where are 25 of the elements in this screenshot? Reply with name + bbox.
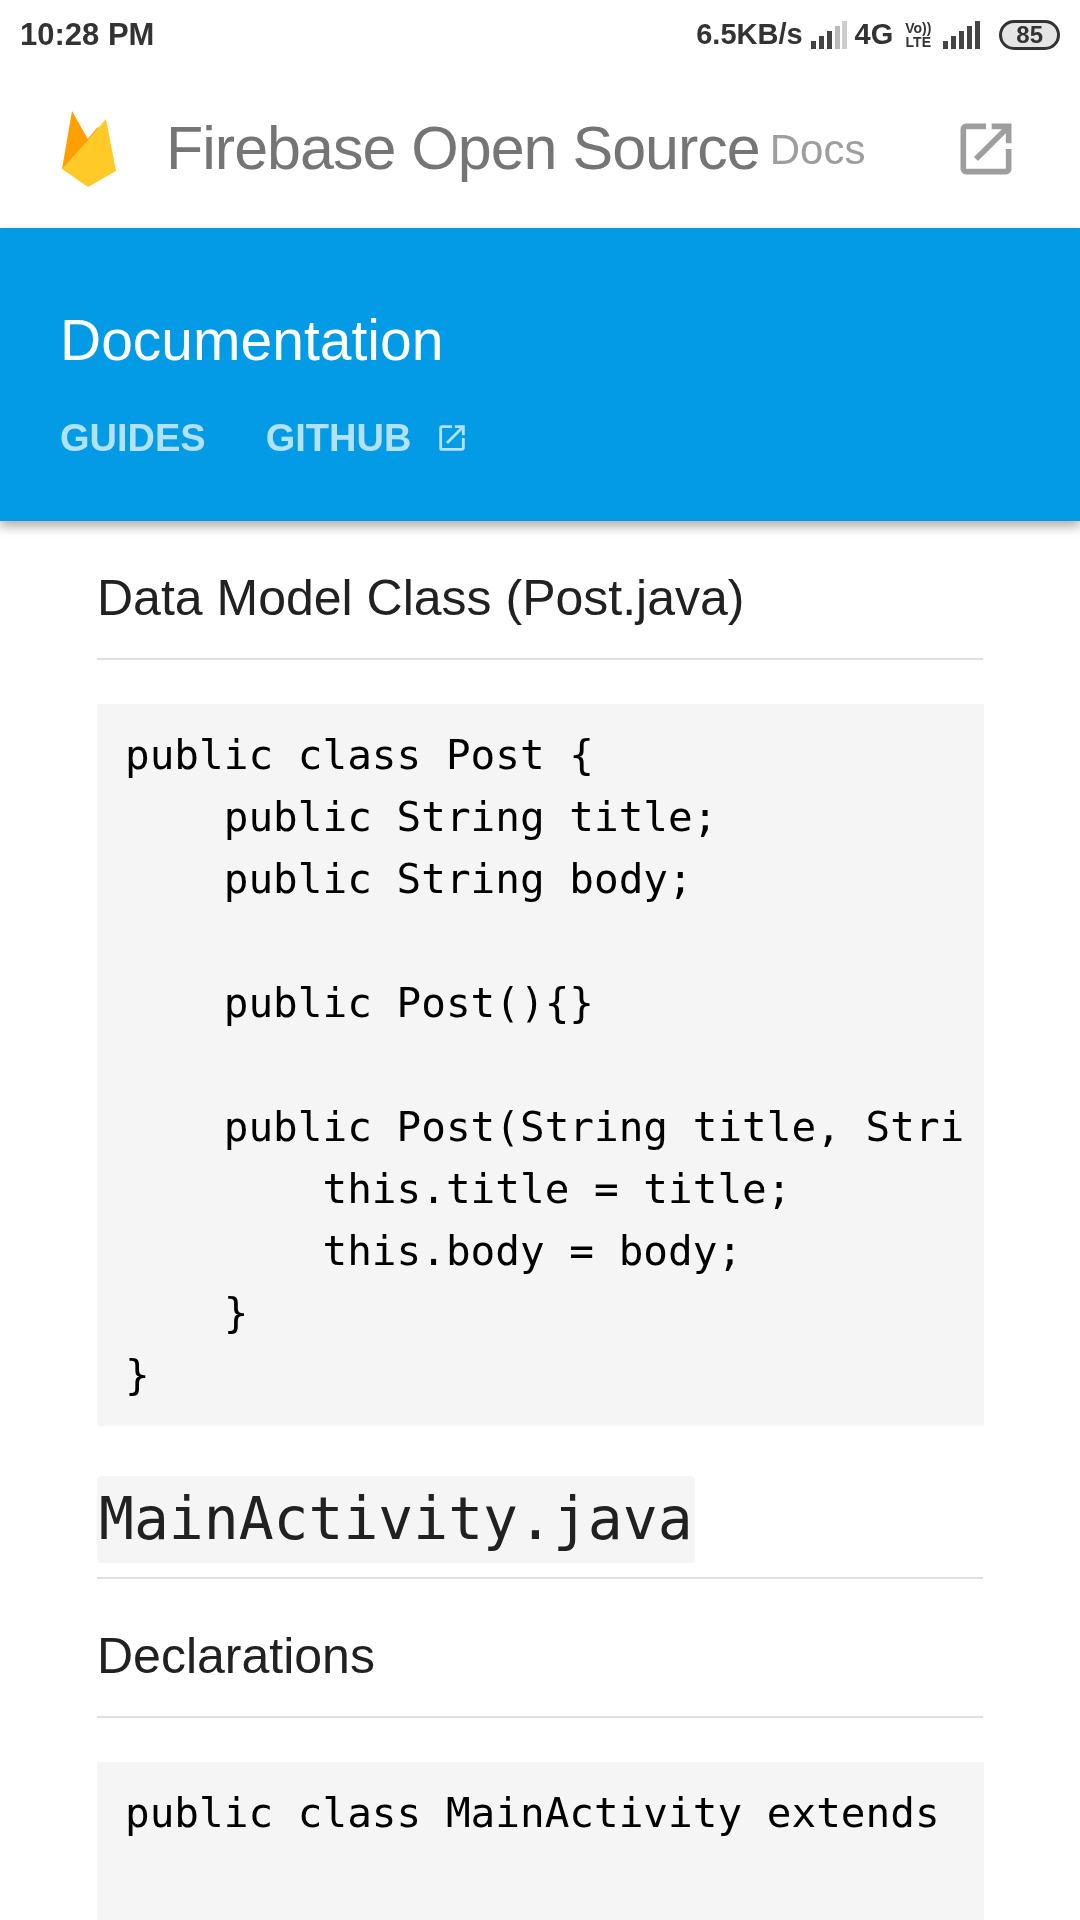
- code-line: public String title;: [222, 792, 718, 843]
- file-heading: MainActivity.java: [97, 1476, 695, 1563]
- site-title: Firebase Open Source: [166, 113, 760, 185]
- code-line: public String body;: [222, 854, 693, 905]
- code-line: public Post(String title, Stri: [222, 1102, 965, 1153]
- clock-time: 10:28 PM: [20, 15, 155, 54]
- volte-label: Vo)) LTE: [904, 21, 933, 49]
- code-line: public class MainActivity extends: [125, 1788, 940, 1839]
- code-line: public Post(){}: [222, 978, 594, 1029]
- nav-tab[interactable]: GITHUB: [265, 409, 470, 467]
- docs-label: Docs: [769, 124, 866, 175]
- battery-level: 85: [999, 20, 1060, 50]
- section-heading: Data Model Class (Post.java): [97, 569, 746, 628]
- nav-tab[interactable]: GUIDES: [60, 409, 206, 467]
- section-heading: Declarations: [97, 1627, 376, 1686]
- code-line: }: [222, 1288, 249, 1339]
- signal-icon: [810, 21, 847, 49]
- banner-title: Documentation: [60, 307, 445, 374]
- network-speed: 6.5KB/s: [696, 17, 803, 53]
- code-line: }: [125, 1350, 150, 1401]
- flame-logo-icon: [60, 109, 118, 189]
- network-type: 4G: [854, 17, 894, 53]
- code-line: this.body = body;: [321, 1226, 743, 1277]
- code-line: this.title = title;: [321, 1164, 792, 1215]
- code-line: public class Post {: [125, 730, 594, 781]
